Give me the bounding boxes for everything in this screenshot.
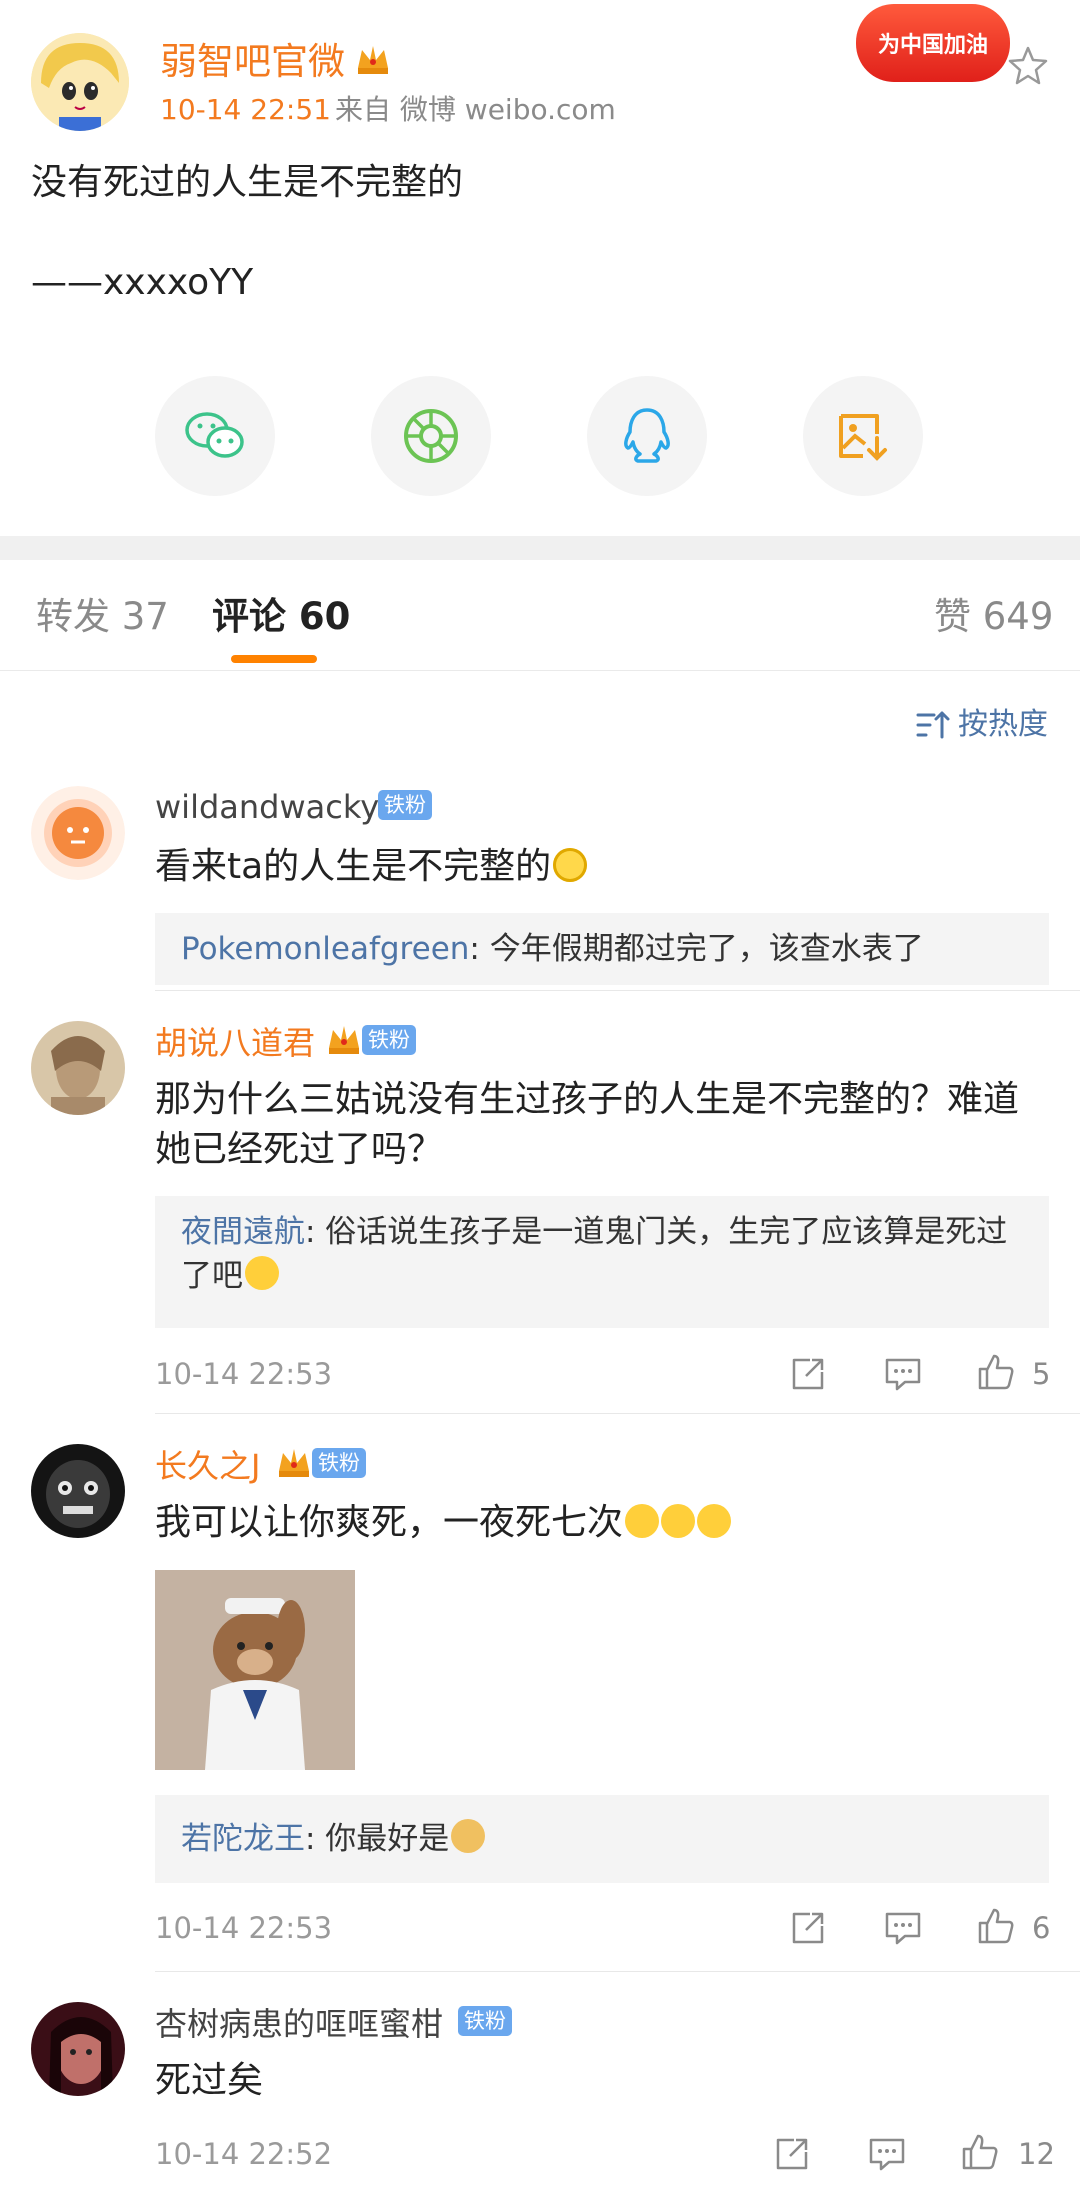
reply-preview[interactable]: Pokemonleafgreen: 今年假期都过完了，该查水表了: [155, 913, 1049, 985]
post-time: 10-14 22:51: [160, 93, 331, 126]
comment-icon[interactable]: [883, 1908, 923, 1948]
post-text: 没有死过的人生是不完整的: [31, 162, 464, 203]
comment-text: 看来ta的人生是不完整的: [155, 842, 588, 892]
tab-divider: [0, 670, 1080, 671]
comment-avatar[interactable]: [31, 786, 125, 880]
like-icon[interactable]: [976, 1352, 1016, 1392]
like-icon[interactable]: [960, 2132, 1000, 2172]
vip-crown-icon: [325, 1020, 363, 1058]
share-moments-button[interactable]: [371, 376, 491, 496]
share-wechat-button[interactable]: [155, 376, 275, 496]
sweat-emoji-icon: [553, 848, 588, 882]
post-source: 来自 微博 weibo.com: [335, 93, 616, 126]
share-icon[interactable]: [788, 1908, 828, 1948]
fan-badge: 铁粉: [312, 1448, 366, 1478]
qq-icon: [624, 408, 670, 463]
vip-crown-icon: [275, 1443, 313, 1481]
reply-text: : 你最好是: [305, 1821, 450, 1857]
comment-sticker-image[interactable]: [155, 1570, 355, 1770]
grin-emoji-icon: [661, 1504, 696, 1538]
comment-avatar[interactable]: [31, 2002, 125, 2096]
comment-avatar[interactable]: [31, 1444, 125, 1538]
comment-separator: [155, 990, 1080, 991]
comment-separator: [155, 1971, 1080, 1972]
tab-repost[interactable]: 转发 37: [36, 590, 169, 644]
comment-time: 10-14 22:53: [155, 1911, 333, 1945]
comment-author[interactable]: 胡说八道君: [155, 1022, 315, 1064]
reply-author[interactable]: Pokemonleafgreen: [181, 931, 469, 967]
grin-emoji-icon: [625, 1504, 660, 1538]
like-count: 6: [1032, 1911, 1051, 1945]
author-name[interactable]: 弱智吧官微: [160, 38, 345, 86]
fan-badge: 铁粉: [362, 1025, 416, 1055]
tab-likes[interactable]: 赞 649: [934, 590, 1053, 644]
thinking-emoji-icon: [245, 1256, 279, 1290]
comment-icon[interactable]: [867, 2134, 907, 2174]
sort-icon: [916, 711, 950, 739]
comment-author[interactable]: 长久之J: [155, 1445, 260, 1487]
comment-text: 那为什么三姑说没有生过孩子的人生是不完整的？难道她已经死过了吗？: [155, 1079, 1020, 1170]
fan-badge: 铁粉: [378, 790, 432, 820]
reply-text: : 俗话说生孩子是一道鬼门关，生完了应该算是死过了吧: [181, 1214, 1008, 1294]
active-tab-indicator: [231, 655, 317, 663]
reply-text: : 今年假期都过完了，该查水表了: [469, 931, 924, 967]
doge-emoji-icon: [451, 1819, 486, 1853]
like-icon[interactable]: [976, 1906, 1016, 1946]
vip-crown-icon: [354, 40, 392, 78]
sort-label: 按热度: [958, 707, 1048, 742]
comment-separator: [155, 1413, 1080, 1414]
like-count: 5: [1032, 1357, 1051, 1391]
author-avatar[interactable]: [31, 33, 129, 131]
comment-author[interactable]: wildandwacky: [155, 786, 379, 828]
post-signature: ——xxxxoYY: [31, 262, 254, 303]
fan-badge: 铁粉: [458, 2006, 512, 2036]
campaign-badge[interactable]: 为中国加油: [856, 4, 1010, 82]
wechat-icon: [185, 412, 244, 458]
comment-avatar[interactable]: [31, 1021, 125, 1115]
reply-preview[interactable]: 夜間遠航: 俗话说生孩子是一道鬼门关，生完了应该算是死过了吧: [155, 1196, 1049, 1328]
section-divider: [0, 536, 1080, 560]
save-image-button[interactable]: [803, 376, 923, 496]
moments-icon: [404, 409, 458, 463]
save-image-icon: [839, 414, 887, 461]
like-count: 12: [1018, 2137, 1055, 2171]
grin-emoji-icon: [697, 1504, 732, 1538]
share-icon[interactable]: [772, 2134, 812, 2174]
sort-by-hot-button[interactable]: 按热度: [916, 705, 1048, 745]
tab-comments[interactable]: 评论 60: [212, 590, 350, 644]
comment-text: 我可以让你爽死，一夜死七次: [155, 1498, 732, 1548]
comment-icon[interactable]: [883, 1354, 923, 1394]
reply-author[interactable]: 夜間遠航: [181, 1214, 305, 1250]
comment-text: 死过矣: [155, 2060, 264, 2101]
comment-time: 10-14 22:53: [155, 1357, 333, 1391]
share-icon[interactable]: [788, 1354, 828, 1394]
reply-author[interactable]: 若陀龙王: [181, 1821, 305, 1857]
comment-time: 10-14 22:52: [155, 2137, 333, 2171]
favorite-star-icon[interactable]: [1006, 44, 1050, 88]
share-qq-button[interactable]: [587, 376, 707, 496]
reply-preview[interactable]: 若陀龙王: 你最好是: [155, 1795, 1049, 1883]
comment-author[interactable]: 杏树病患的哐哐蜜柑: [155, 2003, 443, 2045]
